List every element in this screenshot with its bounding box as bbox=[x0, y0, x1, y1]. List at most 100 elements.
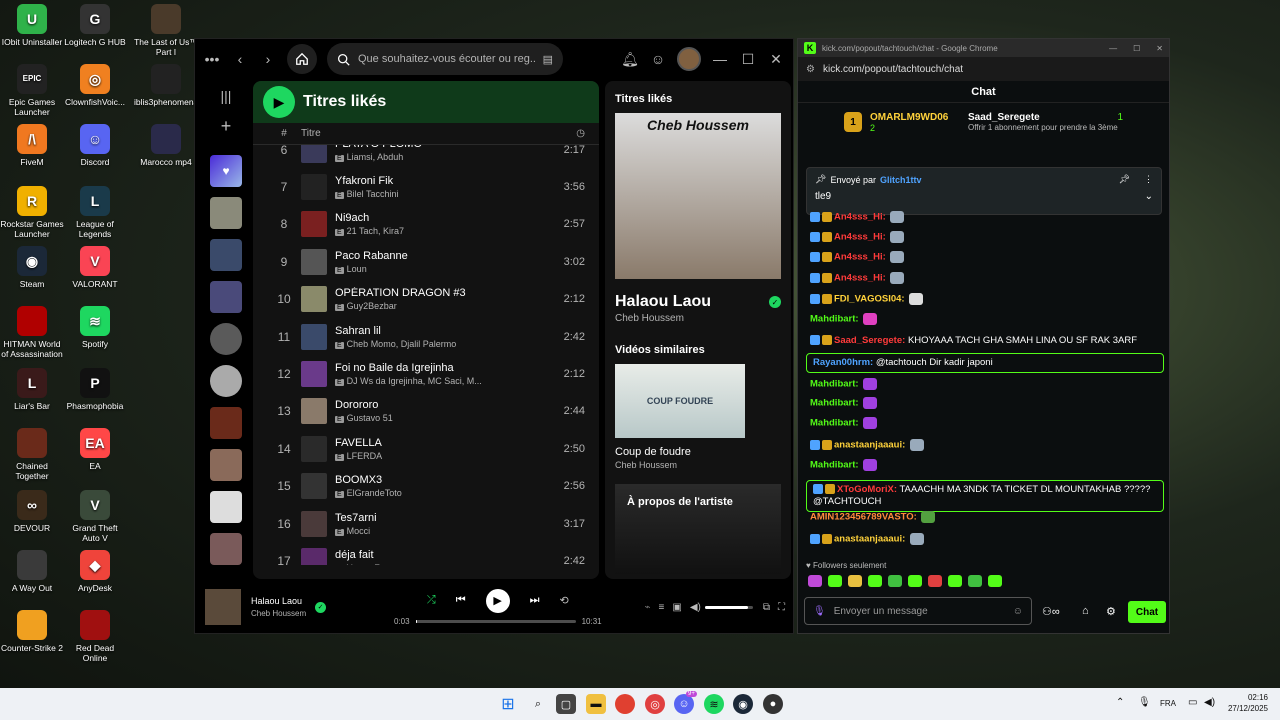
network-icon[interactable]: ▭ bbox=[1188, 697, 1197, 708]
similar-artist[interactable]: Cheb Houssem bbox=[615, 460, 781, 470]
library-item[interactable] bbox=[210, 281, 242, 313]
library-item[interactable] bbox=[210, 365, 242, 397]
spotify-icon[interactable]: ≋ bbox=[704, 694, 724, 714]
song-title[interactable]: Halaou Laou bbox=[615, 293, 711, 311]
track-row[interactable]: 14 FAVELLA E LFERDA 2:50 bbox=[253, 430, 599, 467]
microphone-icon[interactable]: 🎙︎ bbox=[1138, 697, 1151, 708]
home-button[interactable] bbox=[287, 44, 317, 74]
desktop-icon[interactable]: EPIC Epic Games Launcher bbox=[0, 64, 64, 117]
song-artist[interactable]: Cheb Houssem bbox=[615, 313, 781, 324]
track-row[interactable]: 12 Foi no Baile da Igrejinha E DJ Ws da Igr… bbox=[253, 355, 599, 392]
desktop-icon[interactable]: HITMAN World of Assassination bbox=[0, 306, 64, 359]
library-item[interactable] bbox=[210, 323, 242, 355]
track-title[interactable]: Sahran lil bbox=[335, 325, 545, 337]
chat-username[interactable]: Rayan00hrm: bbox=[813, 357, 873, 368]
emote-icon[interactable] bbox=[828, 575, 842, 587]
emote-icon[interactable] bbox=[868, 575, 882, 587]
track-artist[interactable]: Loun bbox=[347, 264, 367, 274]
chat-username[interactable]: FDI_VAGOSI04: bbox=[834, 294, 905, 305]
queue-icon[interactable]: ≡ bbox=[659, 602, 665, 613]
play-playlist-button[interactable]: ▶ bbox=[263, 86, 295, 118]
desktop-icon[interactable]: EA EA bbox=[63, 428, 127, 471]
now-playing-title[interactable]: Halaou Laou bbox=[251, 596, 315, 606]
track-artist[interactable]: Bilel Tacchini bbox=[347, 189, 399, 199]
desktop-icon[interactable]: iblis3phenomena bbox=[134, 64, 198, 107]
send-chat-button[interactable]: Chat bbox=[1128, 601, 1166, 623]
track-title[interactable]: PLATA O PLOMO bbox=[335, 145, 545, 150]
minimize-icon[interactable]: — bbox=[1109, 44, 1117, 53]
emote-icon[interactable] bbox=[988, 575, 1002, 587]
track-artist[interactable]: DJ Ws da Igrejinha, MC Saci, M... bbox=[347, 376, 482, 386]
emote-icon[interactable] bbox=[948, 575, 962, 587]
track-artist[interactable]: Cheb Momo, Djalil Palermo bbox=[347, 339, 457, 349]
url-text[interactable]: kick.com/popout/tachtouch/chat bbox=[823, 64, 963, 75]
track-title[interactable]: FAVELLA bbox=[335, 437, 545, 449]
site-info-icon[interactable]: ⚙ bbox=[806, 64, 815, 75]
track-title[interactable]: Tes7arni bbox=[335, 512, 545, 524]
chat-username[interactable]: An4sss_Hi: bbox=[834, 212, 886, 223]
steam-icon[interactable]: ◉ bbox=[733, 694, 753, 714]
track-artist[interactable]: Young Zow bbox=[347, 563, 392, 565]
lyrics-icon[interactable]: ⌁ bbox=[645, 602, 651, 613]
desktop-icon[interactable]: V Grand Theft Auto V bbox=[63, 490, 127, 543]
track-title[interactable]: Ni9ach bbox=[335, 212, 545, 224]
avatar[interactable] bbox=[677, 47, 701, 71]
more-icon[interactable]: ••• bbox=[203, 51, 221, 67]
emote-icon[interactable] bbox=[928, 575, 942, 587]
desktop-icon[interactable]: ◉ Steam bbox=[0, 246, 64, 289]
desktop-icon[interactable]: R Rockstar Games Launcher bbox=[0, 186, 64, 239]
leader-name[interactable]: OMARLM9WD06 bbox=[870, 112, 960, 123]
chat-username[interactable]: Mahdibart: bbox=[810, 379, 859, 390]
chat-username[interactable]: Mahdibart: bbox=[810, 418, 859, 429]
chat-username[interactable]: anastaanjaaaui: bbox=[834, 440, 905, 451]
play-pause-button[interactable]: ▶ bbox=[485, 588, 510, 613]
chat-username[interactable]: Saad_Seregete: bbox=[834, 335, 905, 346]
emote-icon[interactable] bbox=[908, 575, 922, 587]
liked-songs-tile[interactable]: ♥ bbox=[210, 155, 242, 187]
desktop-icon[interactable]: /\ FiveM bbox=[0, 124, 64, 167]
desktop-icon[interactable]: ◆ AnyDesk bbox=[63, 550, 127, 593]
emote-icon[interactable] bbox=[968, 575, 982, 587]
file-explorer-icon[interactable]: ▬ bbox=[586, 694, 606, 714]
library-item[interactable] bbox=[210, 449, 242, 481]
volume-icon[interactable]: ◀) bbox=[1204, 697, 1215, 708]
microphone-icon[interactable]: 🎙︎ bbox=[813, 606, 826, 617]
library-item[interactable] bbox=[210, 239, 242, 271]
chat-username[interactable]: Mahdibart: bbox=[810, 460, 859, 471]
previous-icon[interactable]: ⏮︎ bbox=[456, 594, 466, 607]
miniplayer-icon[interactable]: ⧉ bbox=[763, 602, 770, 613]
opera-icon[interactable]: ◎ bbox=[645, 694, 665, 714]
search-input[interactable]: Que souhaitez-vous écouter ou reg... ▤ bbox=[327, 43, 563, 75]
repeat-icon[interactable]: ⟲ bbox=[560, 594, 569, 607]
track-row[interactable]: 6 PLATA O PLOMO ELiamsi, Abduh 2:17 bbox=[253, 145, 599, 168]
similar-title[interactable]: Coup de foudre bbox=[615, 446, 781, 458]
chevron-down-icon[interactable]: ⌄ bbox=[1145, 191, 1153, 202]
track-artist[interactable]: 21 Tach, Kira7 bbox=[347, 226, 404, 236]
pinned-user[interactable]: Glitch1ttv bbox=[880, 175, 922, 185]
start-icon[interactable]: ⊞ bbox=[498, 694, 518, 714]
chat-username[interactable]: Mahdibart: bbox=[810, 314, 859, 325]
track-title[interactable]: BOOMX3 bbox=[335, 474, 545, 486]
desktop-icon[interactable]: The Last of Us™ Part I bbox=[134, 4, 198, 57]
chat-username[interactable]: An4sss_Hi: bbox=[834, 273, 886, 284]
desktop-icon[interactable]: Marocco mp4 bbox=[134, 124, 198, 167]
desktop-icon[interactable]: ☺ Discord bbox=[63, 124, 127, 167]
browse-icon[interactable]: ▤ bbox=[543, 53, 553, 66]
track-artist[interactable]: Mocci bbox=[347, 526, 371, 536]
chat-username[interactable]: XToGoMoriX: bbox=[837, 484, 897, 495]
desktop-icon[interactable]: G Logitech G HUB bbox=[63, 4, 127, 47]
minimize-icon[interactable]: — bbox=[711, 51, 729, 67]
next-icon[interactable]: ⏭︎ bbox=[530, 594, 540, 607]
app-icon[interactable]: ● bbox=[763, 694, 783, 714]
desktop-icon[interactable]: P Phasmophobia bbox=[63, 368, 127, 411]
desktop-icon[interactable]: ≋ Spotify bbox=[63, 306, 127, 349]
gift-text[interactable]: Offrir 1 abonnement pour prendre la 3ème bbox=[968, 123, 1123, 132]
close-icon[interactable]: ✕ bbox=[767, 51, 785, 68]
library-item[interactable] bbox=[210, 407, 242, 439]
track-row[interactable]: 7 Yfakroni Fik E Bilel Tacchini 3:56 bbox=[253, 168, 599, 205]
language[interactable]: FRA bbox=[1160, 699, 1176, 708]
clock[interactable]: 02:16 27/12/2025 bbox=[1222, 692, 1268, 714]
track-title[interactable]: Dorororo bbox=[335, 399, 545, 411]
friends-icon[interactable]: ☺ bbox=[649, 51, 667, 67]
volume-icon[interactable]: ◀) bbox=[690, 602, 701, 613]
